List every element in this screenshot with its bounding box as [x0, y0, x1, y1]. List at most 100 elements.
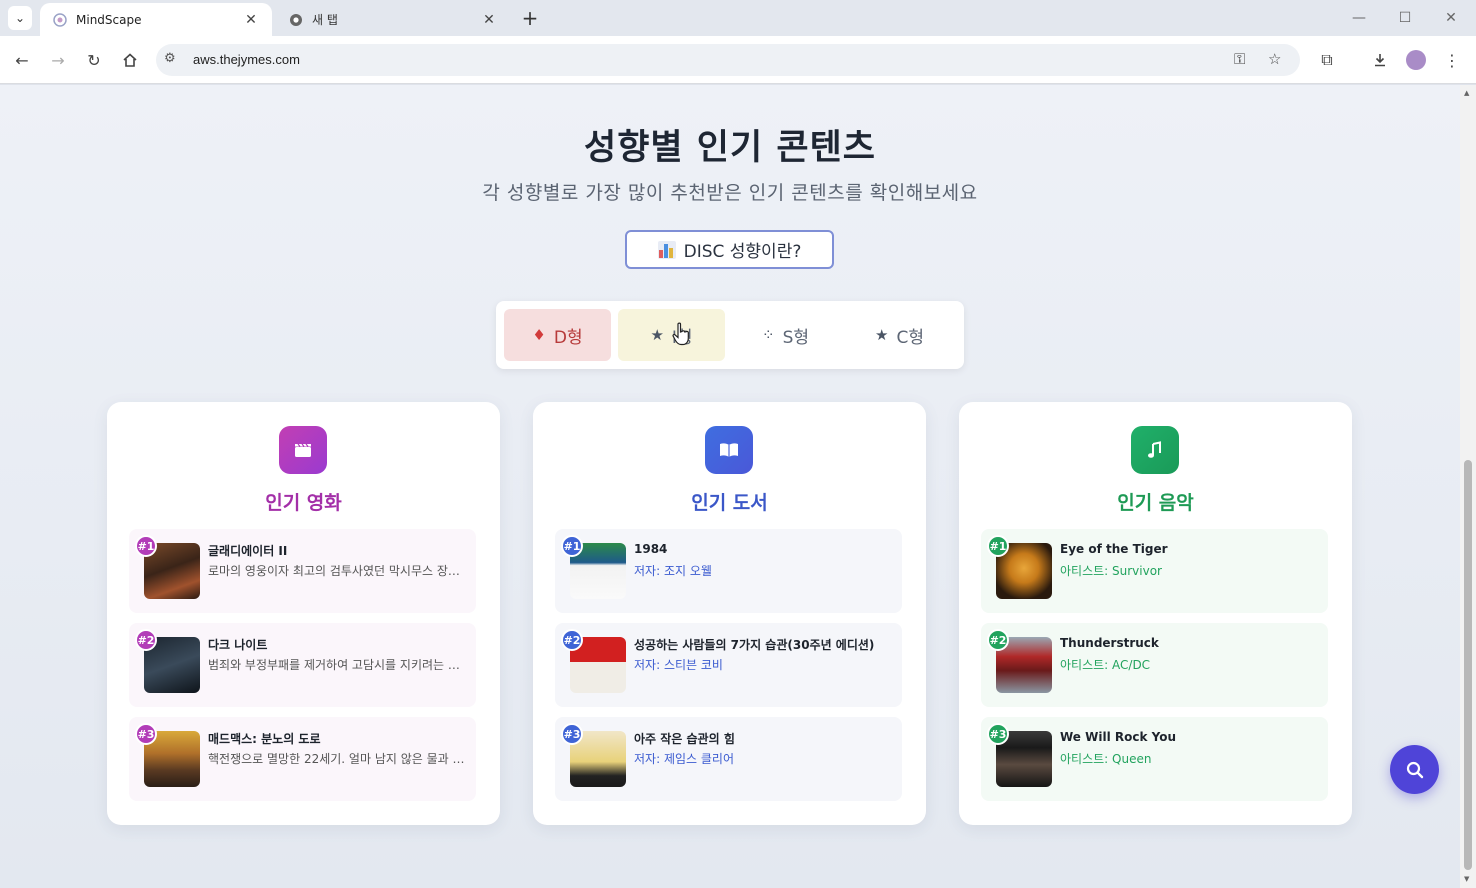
type-tab-label: D형 [553, 327, 583, 348]
clapperboard-icon [279, 426, 327, 474]
category-title: 인기 도서 [691, 492, 768, 514]
movie-description: 핵전쟁으로 멸망한 22세기. 얼마 남지 않은 물과 기름을… [208, 752, 468, 766]
book-author: 저자: 스티븐 코비 [634, 658, 723, 672]
rank-badge: #1 [561, 535, 583, 557]
browser-tab-new[interactable]: 새 탭 ✕ [276, 3, 510, 36]
rank-badge: #2 [987, 629, 1009, 651]
bar-chart-icon [657, 240, 676, 259]
movie-item[interactable]: #3 매드맥스: 분노의 도로 핵전쟁으로 멸망한 22세기. 얼마 남지 않은… [129, 717, 476, 801]
browser-toolbar: ← → ↻ ⚙ aws.thejymes.com ⚿ ☆ ⧉ ⋮ [0, 36, 1476, 84]
tab-title: MindScape [76, 12, 142, 27]
url-text: aws.thejymes.com [193, 52, 300, 67]
reload-icon: ↻ [87, 50, 101, 70]
close-icon[interactable]: ✕ [242, 12, 260, 28]
star-icon: ★ [650, 326, 664, 344]
rank-badge: #3 [135, 723, 157, 745]
movie-title: 다크 나이트 [208, 638, 268, 652]
disc-info-button[interactable]: DISC 성향이란? [625, 230, 834, 269]
movie-item[interactable]: #1 글래디에이터 II 로마의 영웅이자 최고의 검투사였던 막시무스 장군이… [129, 529, 476, 613]
movie-item[interactable]: #2 다크 나이트 범죄와 부정부패를 제거하여 고담시를 지키려는 배트맨… [129, 623, 476, 707]
movie-title: 글래디에이터 II [208, 544, 288, 558]
chrome-favicon-icon [288, 12, 304, 28]
rank-badge: #3 [987, 723, 1009, 745]
hand-pointer-cursor-icon [672, 322, 690, 352]
popular-books-card: 인기 도서 #1 1984 저자: 조지 오웰 #2 성공하는 사람들의 7가지… [533, 402, 926, 825]
extensions-button[interactable]: ⧉ [1315, 48, 1339, 72]
song-artist: 아티스트: Queen [1060, 752, 1152, 766]
mindscape-favicon-icon [52, 12, 68, 28]
address-bar[interactable]: ⚙ aws.thejymes.com ⚿ ☆ [156, 44, 1300, 76]
password-key-icon[interactable]: ⚿ [1234, 50, 1245, 68]
new-tab-button[interactable]: + [518, 6, 542, 30]
music-item[interactable]: #2 Thunderstruck 아티스트: AC/DC [981, 623, 1328, 707]
book-author: 저자: 조지 오웰 [634, 564, 712, 578]
puzzle-icon: ⧉ [1321, 50, 1333, 69]
page-scrollbar[interactable]: ▲ ▼ [1460, 85, 1476, 888]
forward-button[interactable]: → [46, 48, 70, 72]
bookmark-star-icon[interactable]: ☆ [1268, 50, 1281, 68]
download-icon [1375, 54, 1385, 67]
close-icon: ✕ [1445, 10, 1457, 26]
book-title: 1984 [634, 542, 668, 556]
category-title: 인기 음악 [1117, 492, 1194, 514]
maximize-button[interactable]: ☐ [1390, 6, 1420, 30]
rank-badge: #2 [135, 629, 157, 651]
minimize-icon: — [1352, 10, 1366, 26]
disc-type-tabs: ♦ D형 ★ I형 ⁘ S형 ★ C형 [496, 301, 964, 369]
page-content: 성향별 인기 콘텐츠 각 성향별로 가장 많이 추천받은 인기 콘텐츠를 확인해… [0, 85, 1460, 888]
tab-type-d[interactable]: ♦ D형 [504, 309, 611, 361]
back-button[interactable]: ← [10, 48, 34, 72]
diamond-icon: ♦ [532, 326, 546, 344]
scroll-down-icon[interactable]: ▼ [1464, 875, 1469, 883]
song-artist: 아티스트: Survivor [1060, 564, 1162, 578]
search-fab-button[interactable] [1390, 745, 1439, 794]
music-item[interactable]: #3 We Will Rock You 아티스트: Queen [981, 717, 1328, 801]
profile-avatar[interactable] [1406, 50, 1426, 70]
tab-type-c[interactable]: ★ C형 [846, 309, 953, 361]
maximize-icon: ☐ [1398, 10, 1412, 26]
search-icon [1406, 761, 1423, 778]
plus-icon: + [521, 6, 539, 30]
downloads-button[interactable] [1368, 48, 1392, 72]
tab-title: 새 탭 [312, 13, 338, 27]
close-icon[interactable]: ✕ [480, 12, 498, 28]
book-item[interactable]: #1 1984 저자: 조지 오웰 [555, 529, 902, 613]
minimize-button[interactable]: — [1344, 6, 1374, 30]
browser-tab-mindscape[interactable]: MindScape ✕ [40, 3, 272, 36]
home-icon [123, 53, 137, 67]
disc-info-label: DISC 성향이란? [683, 242, 802, 262]
song-artist: 아티스트: AC/DC [1060, 658, 1151, 672]
tab-search-dropdown[interactable]: ⌄ [8, 6, 32, 30]
more-vert-icon: ⋮ [1444, 50, 1460, 70]
rank-badge: #1 [135, 535, 157, 557]
star-icon: ★ [875, 326, 889, 344]
category-title: 인기 영화 [265, 492, 342, 514]
tab-type-s[interactable]: ⁘ S형 [732, 309, 839, 361]
rank-badge: #3 [561, 723, 583, 745]
reload-button[interactable]: ↻ [82, 48, 106, 72]
popular-music-card: 인기 음악 #1 Eye of the Tiger 아티스트: Survivor… [959, 402, 1352, 825]
close-window-button[interactable]: ✕ [1436, 6, 1466, 30]
arrow-left-icon: ← [15, 50, 29, 70]
song-title: Thunderstruck [1060, 636, 1159, 650]
book-item[interactable]: #2 성공하는 사람들의 7가지 습관(30주년 에디션) 저자: 스티븐 코비 [555, 623, 902, 707]
browser-tab-strip: ⌄ MindScape ✕ 새 탭 ✕ + — ☐ ✕ [0, 0, 1476, 36]
home-button[interactable] [118, 48, 142, 72]
book-title: 아주 작은 습관의 힘 [634, 732, 735, 746]
book-title: 성공하는 사람들의 7가지 습관(30주년 에디션) [634, 638, 875, 652]
book-item[interactable]: #3 아주 작은 습관의 힘 저자: 제임스 클리어 [555, 717, 902, 801]
book-icon [705, 426, 753, 474]
browser-menu-button[interactable]: ⋮ [1440, 48, 1464, 72]
scroll-up-icon[interactable]: ▲ [1464, 89, 1469, 97]
type-tab-label: S형 [782, 327, 809, 348]
music-note-icon [1131, 426, 1179, 474]
rank-badge: #2 [561, 629, 583, 651]
sparkle-icon: ⁘ [761, 326, 775, 344]
music-item[interactable]: #1 Eye of the Tiger 아티스트: Survivor [981, 529, 1328, 613]
movie-title: 매드맥스: 분노의 도로 [208, 732, 321, 746]
site-settings-icon[interactable]: ⚙ [164, 51, 176, 66]
song-title: Eye of the Tiger [1060, 542, 1168, 556]
book-author: 저자: 제임스 클리어 [634, 752, 734, 766]
page-title: 성향별 인기 콘텐츠 [584, 128, 876, 168]
scrollbar-thumb[interactable] [1464, 460, 1472, 870]
